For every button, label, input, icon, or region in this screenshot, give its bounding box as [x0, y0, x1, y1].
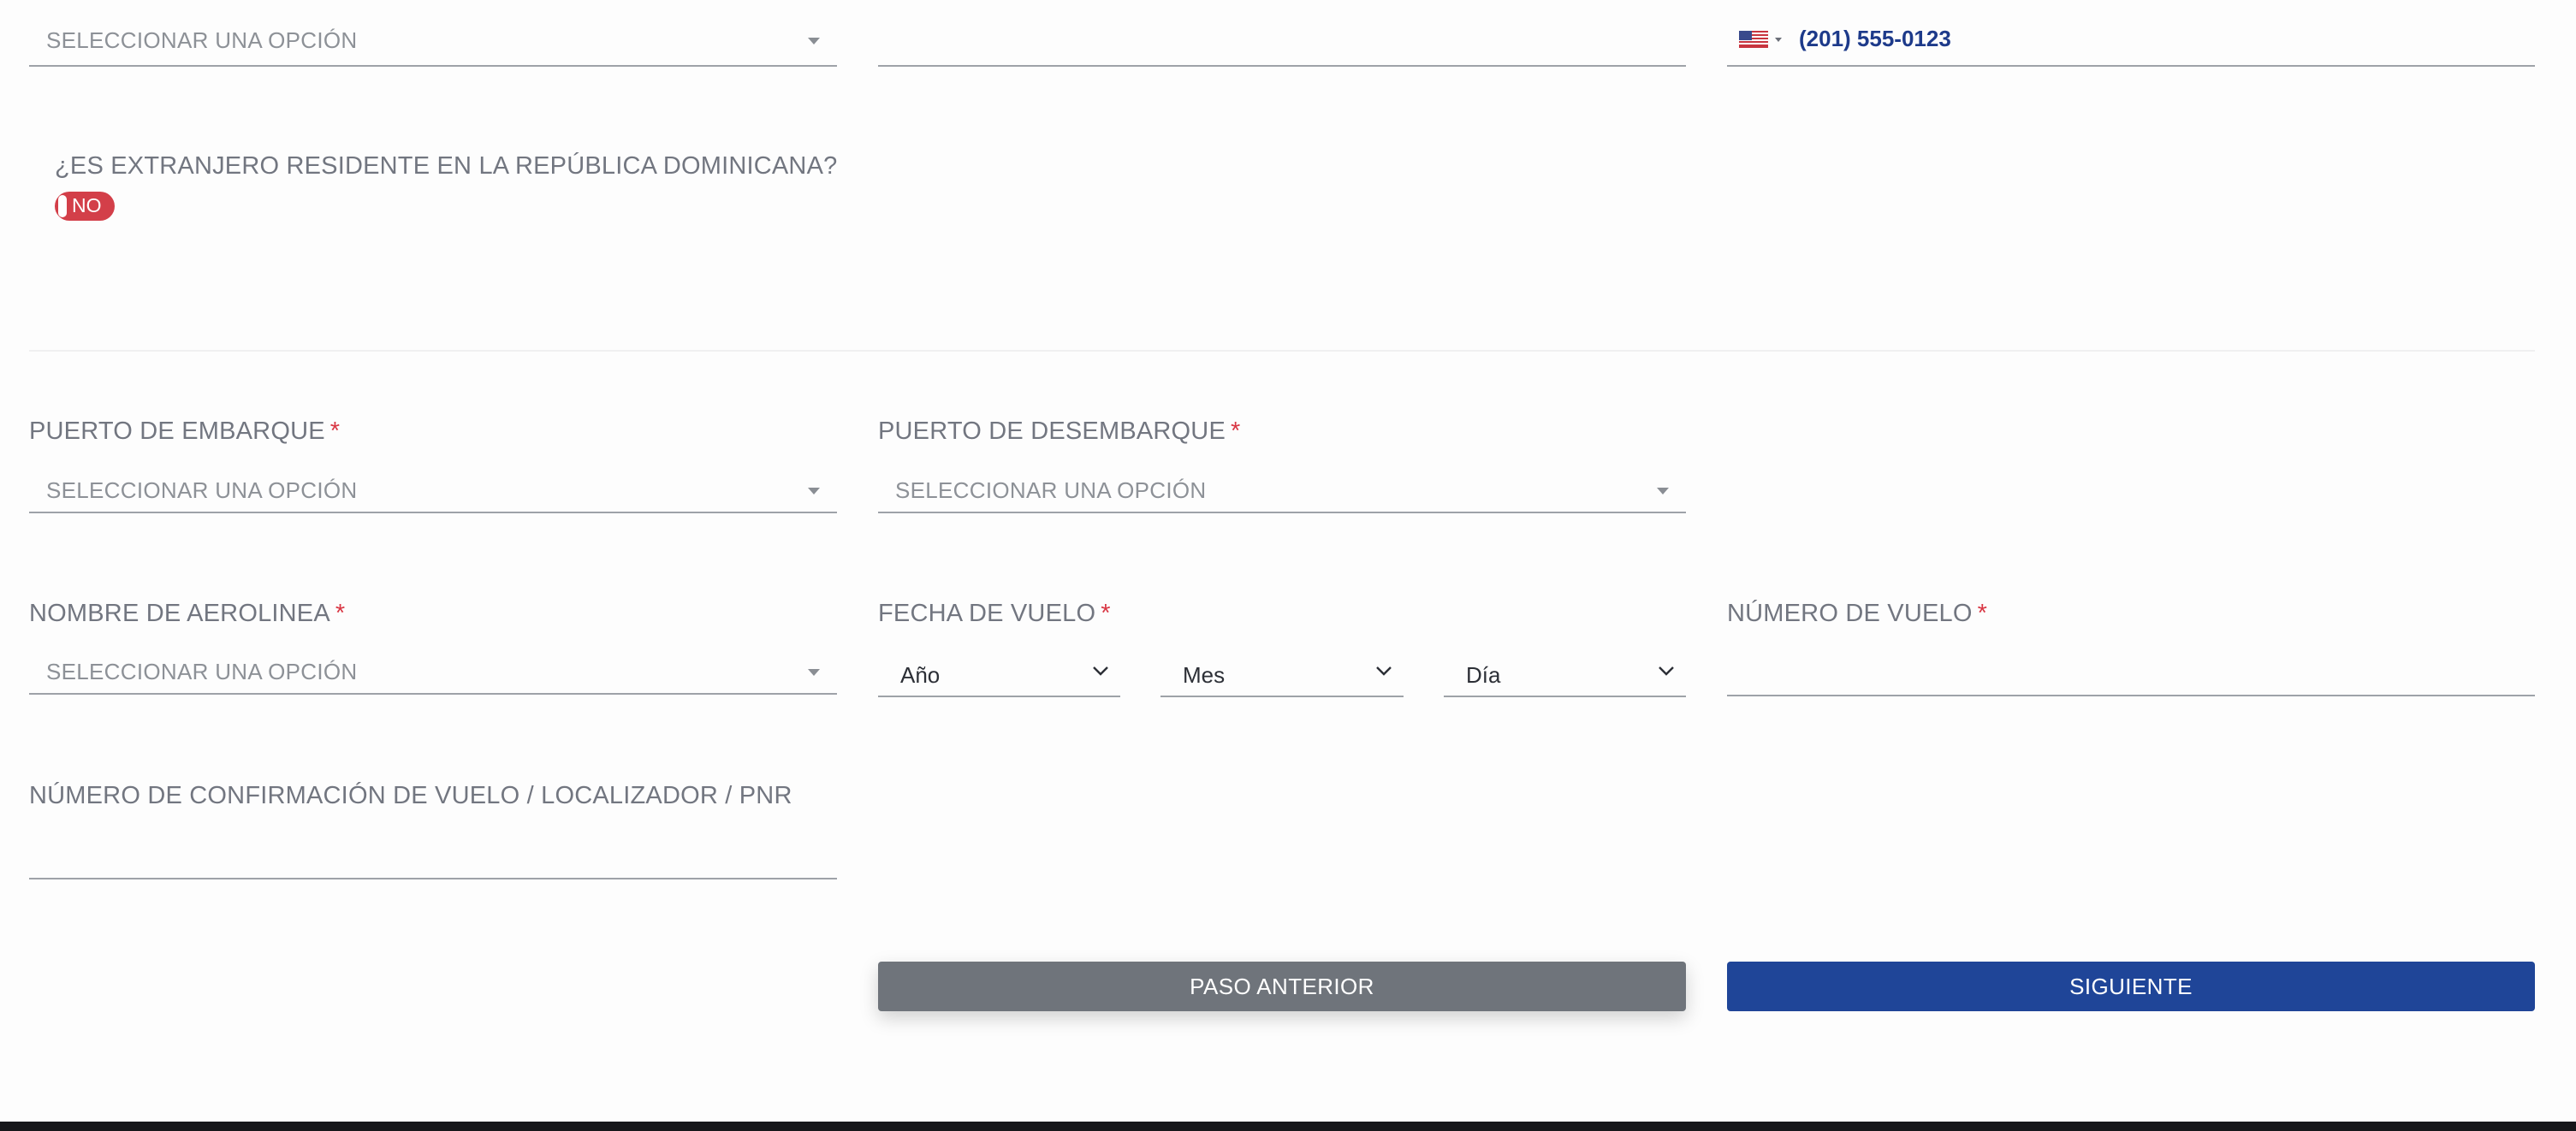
required-mark: * — [1977, 600, 1988, 627]
flag-dropdown-caret-icon[interactable] — [1775, 38, 1782, 42]
next-button[interactable]: SIGUIENTE — [1727, 962, 2535, 1011]
flight-number-input[interactable] — [1727, 657, 2535, 696]
airline-label: NOMBRE DE AEROLINEA * — [29, 600, 345, 628]
confirmation-input[interactable] — [29, 840, 837, 879]
disembarkation-label: PUERTO DE DESEMBARQUE * — [878, 417, 1241, 446]
year-value: Año — [900, 662, 941, 688]
select-placeholder: SELECCIONAR UNA OPCIÓN — [895, 477, 1207, 503]
disembarkation-label-text: PUERTO DE DESEMBARQUE — [878, 417, 1226, 445]
airline-select[interactable]: SELECCIONAR UNA OPCIÓN — [29, 657, 837, 695]
us-flag-icon[interactable] — [1739, 31, 1768, 48]
resident-question: ¿ES EXTRANJERO RESIDENTE EN LA REPÚBLICA… — [55, 152, 838, 180]
caret-down-icon — [1657, 488, 1669, 494]
embarkation-select[interactable]: SELECCIONAR UNA OPCIÓN — [29, 476, 837, 513]
phone-field[interactable]: (201) 555-0123 — [1727, 26, 2535, 67]
resident-toggle[interactable]: NO — [55, 192, 115, 221]
flight-month-select[interactable]: Mes — [1160, 654, 1404, 697]
flight-year-select[interactable]: Año — [878, 654, 1120, 697]
month-value: Mes — [1183, 662, 1226, 688]
flight-number-label: NÚMERO DE VUELO * — [1727, 600, 1987, 628]
top-left-select[interactable]: SELECCIONAR UNA OPCIÓN — [29, 27, 837, 67]
embarkation-label: PUERTO DE EMBARQUE * — [29, 417, 340, 446]
flight-number-label-text: NÚMERO DE VUELO — [1727, 600, 1973, 627]
flight-date-label: FECHA DE VUELO * — [878, 600, 1111, 628]
required-mark: * — [329, 417, 341, 445]
phone-value: (201) 555-0123 — [1799, 26, 1951, 51]
chevron-down-icon — [1376, 666, 1392, 676]
footer-bar — [0, 1122, 2576, 1131]
required-mark: * — [1231, 417, 1241, 445]
required-mark: * — [335, 600, 346, 627]
embarkation-label-text: PUERTO DE EMBARQUE — [29, 417, 325, 445]
select-placeholder: SELECCIONAR UNA OPCIÓN — [46, 659, 358, 684]
select-placeholder: SELECCIONAR UNA OPCIÓN — [46, 27, 358, 53]
required-mark: * — [1101, 600, 1111, 627]
toggle-label: NO — [72, 194, 102, 216]
confirmation-label: NÚMERO DE CONFIRMACIÓN DE VUELO / LOCALI… — [29, 782, 792, 809]
caret-down-icon — [808, 669, 820, 676]
disembarkation-select[interactable]: SELECCIONAR UNA OPCIÓN — [878, 476, 1686, 513]
caret-down-icon — [808, 38, 820, 44]
day-value: Día — [1466, 662, 1501, 688]
flight-day-select[interactable]: Día — [1444, 654, 1686, 697]
caret-down-icon — [808, 488, 820, 494]
top-middle-field[interactable] — [878, 29, 1686, 67]
flight-date-label-text: FECHA DE VUELO — [878, 600, 1096, 627]
select-placeholder: SELECCIONAR UNA OPCIÓN — [46, 477, 358, 503]
chevron-down-icon — [1093, 666, 1108, 676]
section-divider — [29, 350, 2535, 352]
chevron-down-icon — [1659, 666, 1674, 676]
toggle-knob — [58, 195, 67, 217]
previous-step-button[interactable]: PASO ANTERIOR — [878, 962, 1686, 1011]
airline-label-text: NOMBRE DE AEROLINEA — [29, 600, 330, 627]
